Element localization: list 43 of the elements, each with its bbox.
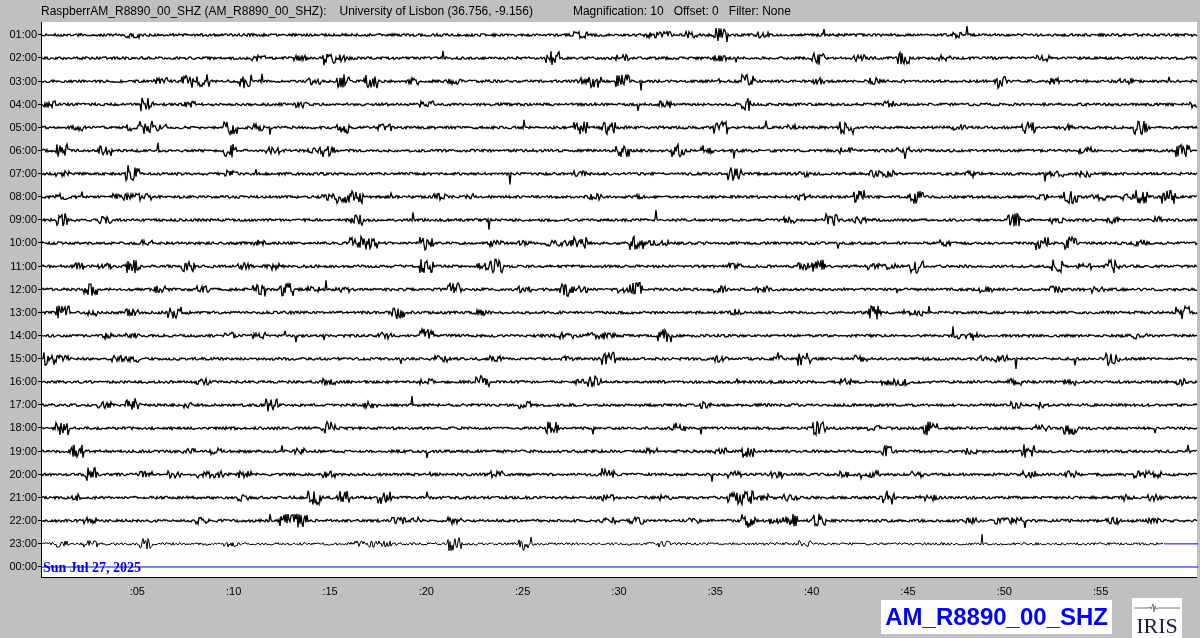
hour-label: 15:00 — [9, 353, 38, 364]
minute-tick-label: :50 — [996, 584, 1012, 600]
minute-tick-label: :40 — [804, 584, 820, 600]
hour-label: 14:00 — [9, 329, 38, 341]
minute-tick-label: :35 — [707, 584, 723, 600]
hour-label: 05:00 — [9, 121, 38, 133]
minute-tick-label: :45 — [900, 584, 916, 600]
filter-text: Filter: None — [728, 2, 791, 20]
hour-label: 13:00 — [9, 306, 38, 318]
hour-label: 02:00 — [9, 52, 38, 64]
hour-label: 20:00 — [9, 468, 38, 480]
hour-label: 23:00 — [9, 538, 38, 549]
hour-label: 00:00 — [9, 561, 38, 573]
station-label: AM_R8890_00_SHZ — [881, 600, 1112, 634]
hour-label: 12:00 — [9, 283, 38, 295]
iris-logo: IRIS — [1132, 598, 1182, 638]
hour-label: 04:00 — [9, 98, 38, 110]
minute-tick-label: :30 — [611, 584, 627, 600]
date-label: Sun Jul 27, 2025 — [43, 558, 142, 577]
hour-label: 16:00 — [9, 376, 38, 388]
hour-label: 10:00 — [9, 237, 38, 249]
hour-label: 17:00 — [9, 399, 38, 411]
minute-tick-label: :05 — [129, 584, 145, 600]
hour-label: 22:00 — [9, 514, 38, 526]
magnification-text: Magnification: 10 — [572, 2, 664, 20]
hour-label: 08:00 — [9, 191, 38, 203]
hour-label: 07:00 — [9, 168, 38, 179]
minute-tick-label: :25 — [515, 584, 531, 600]
minute-tick-label: :55 — [1093, 584, 1109, 600]
hour-label: 18:00 — [9, 422, 38, 434]
offset-text: Offset: 0 — [673, 2, 719, 20]
hour-label: 06:00 — [9, 144, 38, 156]
minute-tick-label: :20 — [418, 584, 434, 600]
hour-label: 21:00 — [9, 491, 38, 503]
hour-label: 03:00 — [9, 75, 38, 87]
hour-label: 09:00 — [9, 214, 38, 226]
minute-tick-label: :15 — [322, 584, 338, 600]
station-title: RaspberrAM_R8890_00_SHZ (AM_R8890_00_SHZ): — [41, 2, 327, 20]
hour-label: 19:00 — [9, 445, 38, 457]
hour-label: 01:00 — [9, 29, 38, 41]
minute-tick-label: :10 — [226, 584, 242, 600]
hour-label: 11:00 — [10, 260, 38, 272]
location-text: University of Lisbon (36.756, -9.156) — [339, 2, 533, 20]
